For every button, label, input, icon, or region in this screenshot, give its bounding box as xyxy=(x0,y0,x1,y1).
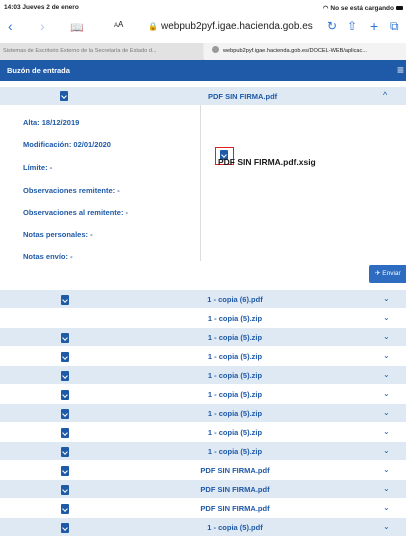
list-item[interactable]: PDF SIN FIRMA.pdf ⌄ xyxy=(0,461,406,480)
wifi-icon: ◠ xyxy=(322,5,329,12)
app-header: Buzón de entrada ≡ xyxy=(0,60,406,81)
tab-docel[interactable]: webpub2pyf.igae.hacienda.gob.es/DOCEL-WE… xyxy=(204,43,406,60)
list-item[interactable]: 1 - copia (5).zip ⌄ xyxy=(0,385,406,404)
field-alta: Alta: 18/12/2019 xyxy=(23,118,80,127)
list-item-name: 1 - copia (5).zip xyxy=(207,409,263,418)
globe-icon xyxy=(212,46,219,53)
list-item[interactable]: 1 - copia (5).zip ⌄ xyxy=(0,442,406,461)
list-item[interactable]: PDF SIN FIRMA.pdf ⌄ xyxy=(0,480,406,499)
message-list: 1 - copia (6).pdf ⌄ 1 - copia (5).zip ⌄ 1 - … xyxy=(0,290,406,537)
list-item-name: 1 - copia (5).zip xyxy=(207,447,263,456)
tab-bar: Sistemas de Escritorio Externo de la Sec… xyxy=(0,43,406,60)
collapse-chevron-icon[interactable]: ^ xyxy=(383,90,387,100)
field-limite: Límite: - xyxy=(23,163,53,172)
list-item[interactable]: PDF SIN FIRMA.pdf ⌄ xyxy=(0,499,406,518)
back-button[interactable]: ‹ xyxy=(8,17,13,35)
list-item-name: PDF SIN FIRMA.pdf xyxy=(200,466,270,475)
expand-chevron-icon[interactable]: ⌄ xyxy=(383,370,390,379)
expand-chevron-icon[interactable]: ⌄ xyxy=(383,484,390,493)
attachment-name[interactable]: PDF SIN FIRMA.pdf.xsig xyxy=(218,157,316,167)
list-item-name: 1 - copia (5).zip xyxy=(207,314,263,323)
status-bar: 14:03 Jueves 2 de enero ◠ No se está car… xyxy=(0,0,406,14)
battery-icon xyxy=(396,6,403,10)
forward-button[interactable]: › xyxy=(40,17,45,35)
list-item[interactable]: 1 - copia (5).zip ⌄ xyxy=(0,404,406,423)
send-button[interactable]: ✈ Enviar xyxy=(369,265,406,283)
list-item-name: PDF SIN FIRMA.pdf xyxy=(200,504,270,513)
expand-chevron-icon[interactable]: ⌄ xyxy=(383,503,390,512)
expand-chevron-icon[interactable]: ⌄ xyxy=(383,465,390,474)
list-item-name: 1 - copia (6).pdf xyxy=(207,295,263,304)
tab-sistemas[interactable]: Sistemas de Escritorio Externo de la Sec… xyxy=(0,43,203,60)
list-item-name: 1 - copia (5).pdf xyxy=(207,523,263,532)
field-obs-al-remitente: Observaciones al remitente: - xyxy=(23,208,129,217)
address-bar[interactable]: 🔒 webpub2pyf.igae.hacienda.gob.es xyxy=(148,21,313,32)
url-text: webpub2pyf.igae.hacienda.gob.es xyxy=(160,21,313,32)
list-item-name: PDF SIN FIRMA.pdf xyxy=(200,485,270,494)
status-right: ◠ No se está cargando xyxy=(323,4,403,12)
message-details: Alta: 18/12/2019 Modificación: 02/01/202… xyxy=(0,105,406,283)
list-item-name: 1 - copia (5).zip xyxy=(207,333,263,342)
list-item-name: 1 - copia (5).zip xyxy=(207,428,263,437)
tabs-button[interactable]: ⧉ xyxy=(390,17,399,35)
expand-chevron-icon[interactable]: ⌄ xyxy=(383,313,390,322)
list-item[interactable]: 1 - copia (5).zip ⌄ xyxy=(0,328,406,347)
lock-icon: 🔒 xyxy=(148,22,158,31)
reader-settings-button[interactable]: AA xyxy=(114,20,123,29)
list-item[interactable]: 1 - copia (5).zip ⌄ xyxy=(0,309,406,328)
document-icon xyxy=(60,91,68,101)
list-item[interactable]: 1 - copia (6).pdf ⌄ xyxy=(0,290,406,309)
share-button[interactable]: ⇧ xyxy=(347,17,357,35)
message-filename: PDF SIN FIRMA.pdf xyxy=(208,92,278,101)
field-modificacion: Modificación: 02/01/2020 xyxy=(23,140,111,149)
reload-button[interactable]: ↻ xyxy=(327,17,337,35)
menu-icon[interactable]: ≡ xyxy=(397,63,404,77)
expand-chevron-icon[interactable]: ⌄ xyxy=(383,522,390,531)
field-notas-envio: Notas envío: - xyxy=(23,252,73,261)
message-header[interactable]: PDF SIN FIRMA.pdf ^ xyxy=(0,87,406,105)
page-title: Buzón de entrada xyxy=(7,66,70,75)
network-status: No se está cargando xyxy=(330,4,394,12)
column-divider xyxy=(200,105,201,261)
list-item-name: 1 - copia (5).zip xyxy=(207,352,263,361)
list-item-name: 1 - copia (5).zip xyxy=(207,371,263,380)
expand-chevron-icon[interactable]: ⌄ xyxy=(383,446,390,455)
tab-docel-label: webpub2pyf.igae.hacienda.gob.es/DOCEL-WE… xyxy=(223,48,367,54)
list-item[interactable]: 1 - copia (5).zip ⌄ xyxy=(0,423,406,442)
browser-toolbar: ‹ › 📖 AA 🔒 webpub2pyf.igae.hacienda.gob.e… xyxy=(0,14,406,40)
expand-chevron-icon[interactable]: ⌄ xyxy=(383,332,390,341)
expand-chevron-icon[interactable]: ⌄ xyxy=(383,351,390,360)
list-item[interactable]: 1 - copia (5).pdf ⌄ xyxy=(0,518,406,537)
expand-chevron-icon[interactable]: ⌄ xyxy=(383,389,390,398)
field-notas-personales: Notas personales: - xyxy=(23,230,93,239)
bookmarks-icon[interactable]: 📖 xyxy=(70,19,84,37)
expand-chevron-icon[interactable]: ⌄ xyxy=(383,294,390,303)
field-obs-remitente: Observaciones remitente: - xyxy=(23,186,120,195)
expand-chevron-icon[interactable]: ⌄ xyxy=(383,408,390,417)
list-item[interactable]: 1 - copia (5).zip ⌄ xyxy=(0,366,406,385)
new-tab-button[interactable]: + xyxy=(370,17,378,35)
status-time-date: 14:03 Jueves 2 de enero xyxy=(4,4,79,11)
list-item[interactable]: 1 - copia (5).zip ⌄ xyxy=(0,347,406,366)
expand-chevron-icon[interactable]: ⌄ xyxy=(383,427,390,436)
list-item-name: 1 - copia (5).zip xyxy=(207,390,263,399)
